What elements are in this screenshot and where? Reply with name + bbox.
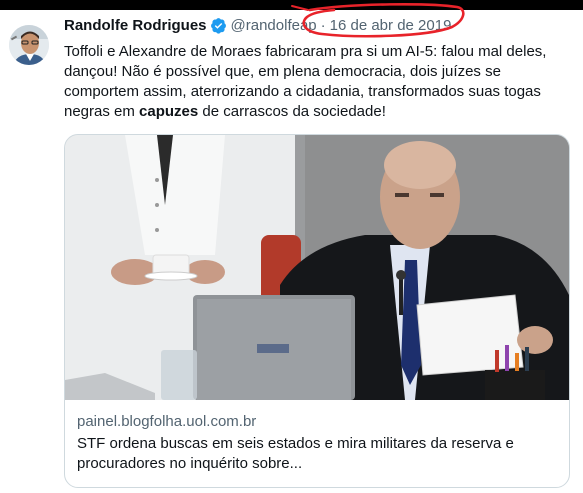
verified-badge-icon xyxy=(210,17,227,34)
card-title[interactable]: STF ordena buscas em seis estados e mira… xyxy=(77,434,557,474)
author-name[interactable]: Randolfe Rodrigues xyxy=(64,17,207,34)
link-preview-card[interactable]: painel.blogfolha.uol.com.br STF ordena b… xyxy=(64,134,570,488)
tweet-header: Randolfe Rodrigues @randolfeap · 16 de a… xyxy=(64,14,451,36)
top-black-bar xyxy=(0,0,583,10)
tweet-text: Toffoli e Alexandre de Moraes fabricaram… xyxy=(64,42,564,122)
author-handle[interactable]: @randolfeap xyxy=(231,17,317,34)
card-domain[interactable]: painel.blogfolha.uol.com.br xyxy=(77,413,256,430)
avatar[interactable] xyxy=(9,25,49,65)
avatar-photo xyxy=(9,25,49,65)
tweet-text-bold: capuzes xyxy=(139,103,199,120)
tweet-date[interactable]: 16 de abr de 2019 xyxy=(330,17,452,34)
header-separator: · xyxy=(320,16,326,34)
tweet-text-part-2: de carrascos da sociedade! xyxy=(198,103,386,120)
card-image xyxy=(65,135,569,400)
